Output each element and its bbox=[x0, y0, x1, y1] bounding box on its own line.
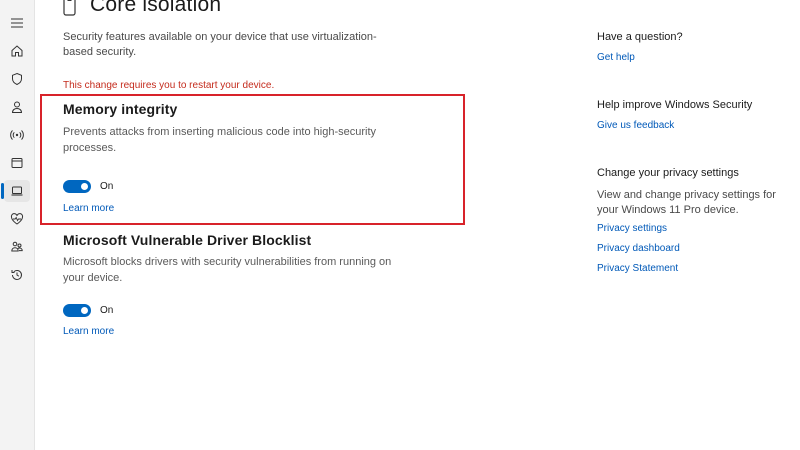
memory-integrity-toggle-label: On bbox=[100, 181, 114, 192]
core-isolation-icon bbox=[62, 0, 78, 18]
driver-blocklist-title: Microsoft Vulnerable Driver Blocklist bbox=[63, 232, 312, 248]
privacy-statement-link[interactable]: Privacy Statement bbox=[597, 263, 678, 274]
get-help-link[interactable]: Get help bbox=[597, 52, 635, 63]
memory-integrity-learn-more-link[interactable]: Learn more bbox=[63, 203, 114, 214]
privacy-heading: Change your privacy settings bbox=[597, 167, 739, 179]
improve-heading: Help improve Windows Security bbox=[597, 99, 753, 111]
toggle-knob bbox=[81, 307, 88, 314]
restart-warning: This change requires you to restart your… bbox=[63, 80, 275, 91]
device-security-icon[interactable] bbox=[8, 182, 26, 200]
history-icon[interactable] bbox=[8, 266, 26, 284]
privacy-settings-link[interactable]: Privacy settings bbox=[597, 223, 667, 234]
network-icon[interactable] bbox=[8, 126, 26, 144]
feedback-link[interactable]: Give us feedback bbox=[597, 120, 674, 131]
memory-integrity-toggle[interactable] bbox=[63, 180, 91, 193]
privacy-dashboard-link[interactable]: Privacy dashboard bbox=[597, 243, 680, 254]
driver-blocklist-description: Microsoft blocks drivers with security v… bbox=[63, 256, 392, 284]
person-icon[interactable] bbox=[8, 98, 26, 116]
menu-icon[interactable] bbox=[8, 14, 26, 32]
nav-rail bbox=[0, 0, 35, 450]
home-icon[interactable] bbox=[8, 42, 26, 60]
nav-active-indicator bbox=[1, 183, 4, 199]
health-icon[interactable] bbox=[8, 210, 26, 228]
toggle-knob bbox=[81, 183, 88, 190]
help-heading: Have a question? bbox=[597, 31, 683, 43]
driver-blocklist-toggle-label: On bbox=[100, 305, 114, 316]
memory-integrity-title: Memory integrity bbox=[63, 101, 178, 117]
shield-icon[interactable] bbox=[8, 70, 26, 88]
family-icon[interactable] bbox=[8, 238, 26, 256]
memory-integrity-description: Prevents attacks from inserting maliciou… bbox=[63, 126, 377, 154]
app-browser-icon[interactable] bbox=[8, 154, 26, 172]
page-title: Core isolation bbox=[90, 0, 222, 16]
privacy-description: View and change privacy settings for you… bbox=[597, 189, 776, 216]
driver-blocklist-learn-more-link[interactable]: Learn more bbox=[63, 326, 114, 337]
page-description: Security features available on your devi… bbox=[63, 31, 377, 58]
driver-blocklist-toggle[interactable] bbox=[63, 304, 91, 317]
